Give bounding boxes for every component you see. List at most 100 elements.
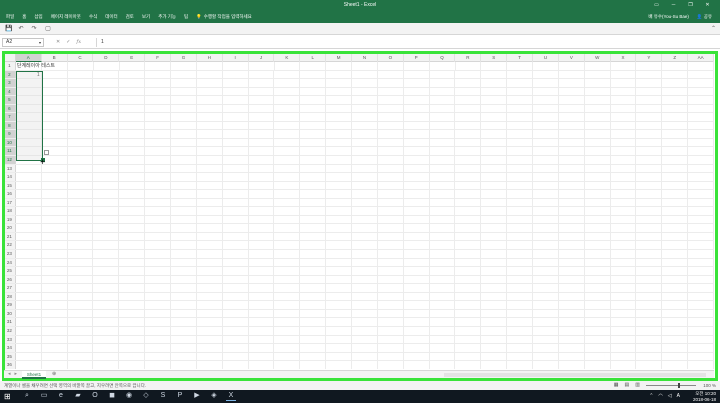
cell-i29[interactable] xyxy=(223,301,249,309)
cell-l31[interactable] xyxy=(300,318,327,326)
cell-g35[interactable] xyxy=(171,352,197,361)
cell-g21[interactable] xyxy=(171,232,197,241)
cell-i19[interactable] xyxy=(223,215,249,224)
cell-j36[interactable] xyxy=(249,361,275,369)
cell-g33[interactable] xyxy=(171,335,197,344)
cell-s3[interactable] xyxy=(481,79,508,87)
column-header[interactable]: W xyxy=(585,54,611,62)
cell-j27[interactable] xyxy=(249,284,275,292)
cell-k27[interactable] xyxy=(274,284,301,292)
cell-d22[interactable] xyxy=(93,241,120,250)
cell-j2[interactable] xyxy=(249,70,275,79)
cell-d2[interactable] xyxy=(93,70,120,79)
cell-t34[interactable] xyxy=(507,344,534,352)
cell-n20[interactable] xyxy=(352,224,378,232)
cell-d25[interactable] xyxy=(93,267,120,275)
cell-w35[interactable] xyxy=(585,352,611,361)
cell-x35[interactable] xyxy=(611,352,637,361)
cell-s12[interactable] xyxy=(481,156,508,164)
cell-j28[interactable] xyxy=(249,292,275,301)
cell-aa20[interactable] xyxy=(688,224,714,232)
quick-analysis-icon[interactable] xyxy=(44,150,49,155)
cell-a24[interactable] xyxy=(16,258,42,267)
row-header[interactable]: 17 xyxy=(4,198,16,207)
cell-j16[interactable] xyxy=(249,190,275,198)
cell-s36[interactable] xyxy=(481,361,508,369)
cell-r13[interactable] xyxy=(455,164,482,173)
cell-aa33[interactable] xyxy=(688,335,714,344)
app-icon[interactable]: ◈ xyxy=(209,391,219,401)
cell-i7[interactable] xyxy=(223,113,249,121)
cell-x22[interactable] xyxy=(611,241,637,250)
ribbon-display-options-icon[interactable]: ▭ xyxy=(648,1,665,10)
cell-o10[interactable] xyxy=(378,138,404,147)
cell-e27[interactable] xyxy=(119,284,146,292)
cell-f25[interactable] xyxy=(145,267,171,275)
name-box[interactable]: A2 ▾ xyxy=(2,38,44,47)
tab-team[interactable]: 팀 xyxy=(184,14,188,20)
cell-e18[interactable] xyxy=(119,207,146,215)
volume-icon[interactable]: ◁ xyxy=(668,393,672,399)
network-icon[interactable]: ◠ xyxy=(658,393,662,399)
cell-j35[interactable] xyxy=(249,352,275,361)
column-header[interactable]: U xyxy=(533,54,559,62)
cell-b18[interactable] xyxy=(42,207,68,215)
row-header[interactable]: 27 xyxy=(4,284,16,292)
cell-t3[interactable] xyxy=(507,79,534,87)
cell-t25[interactable] xyxy=(507,267,534,275)
cell-x5[interactable] xyxy=(611,96,637,104)
row-header[interactable]: 34 xyxy=(4,344,16,352)
cell-h5[interactable] xyxy=(197,96,223,104)
cell-d32[interactable] xyxy=(93,326,120,335)
cell-n34[interactable] xyxy=(352,344,378,352)
cell-r35[interactable] xyxy=(455,352,482,361)
cell-p24[interactable] xyxy=(404,258,430,267)
cell-b20[interactable] xyxy=(42,224,68,232)
cell-l1[interactable] xyxy=(300,62,327,70)
cell-u30[interactable] xyxy=(533,309,559,318)
cell-o4[interactable] xyxy=(378,87,404,96)
cell-h2[interactable] xyxy=(197,70,223,79)
cell-w18[interactable] xyxy=(585,207,611,215)
cell-y1[interactable] xyxy=(636,62,663,70)
save-icon[interactable]: 💾 xyxy=(5,25,13,33)
cell-i9[interactable] xyxy=(223,130,249,138)
cell-z27[interactable] xyxy=(662,284,689,292)
cell-q26[interactable] xyxy=(430,275,456,284)
column-header[interactable]: C xyxy=(68,54,94,62)
cell-t30[interactable] xyxy=(507,309,534,318)
cell-l8[interactable] xyxy=(300,121,327,130)
cell-s22[interactable] xyxy=(481,241,508,250)
cell-v2[interactable] xyxy=(559,70,585,79)
cell-d23[interactable] xyxy=(93,250,120,258)
cell-t4[interactable] xyxy=(507,87,534,96)
cell-l24[interactable] xyxy=(300,258,327,267)
cell-d29[interactable] xyxy=(93,301,120,309)
cell-z36[interactable] xyxy=(662,361,689,369)
cell-p34[interactable] xyxy=(404,344,430,352)
cell-aa12[interactable] xyxy=(688,156,714,164)
cell-e23[interactable] xyxy=(119,250,146,258)
cell-j14[interactable] xyxy=(249,173,275,181)
cell-k35[interactable] xyxy=(274,352,301,361)
cell-h16[interactable] xyxy=(197,190,223,198)
cell-x11[interactable] xyxy=(611,147,637,156)
row-header[interactable]: 5 xyxy=(4,96,16,104)
cell-c28[interactable] xyxy=(68,292,94,301)
page-layout-view-icon[interactable]: ▤ xyxy=(625,382,630,388)
cell-g11[interactable] xyxy=(171,147,197,156)
cell-i3[interactable] xyxy=(223,79,249,87)
cell-b8[interactable] xyxy=(42,121,68,130)
cell-j19[interactable] xyxy=(249,215,275,224)
cell-x9[interactable] xyxy=(611,130,637,138)
cell-w13[interactable] xyxy=(585,164,611,173)
tab-data[interactable]: 데이터 xyxy=(105,14,117,20)
cell-o34[interactable] xyxy=(378,344,404,352)
cell-c34[interactable] xyxy=(68,344,94,352)
cell-l23[interactable] xyxy=(300,250,327,258)
cell-n23[interactable] xyxy=(352,250,378,258)
cell-z31[interactable] xyxy=(662,318,689,326)
cell-j7[interactable] xyxy=(249,113,275,121)
cell-s19[interactable] xyxy=(481,215,508,224)
cell-b19[interactable] xyxy=(42,215,68,224)
